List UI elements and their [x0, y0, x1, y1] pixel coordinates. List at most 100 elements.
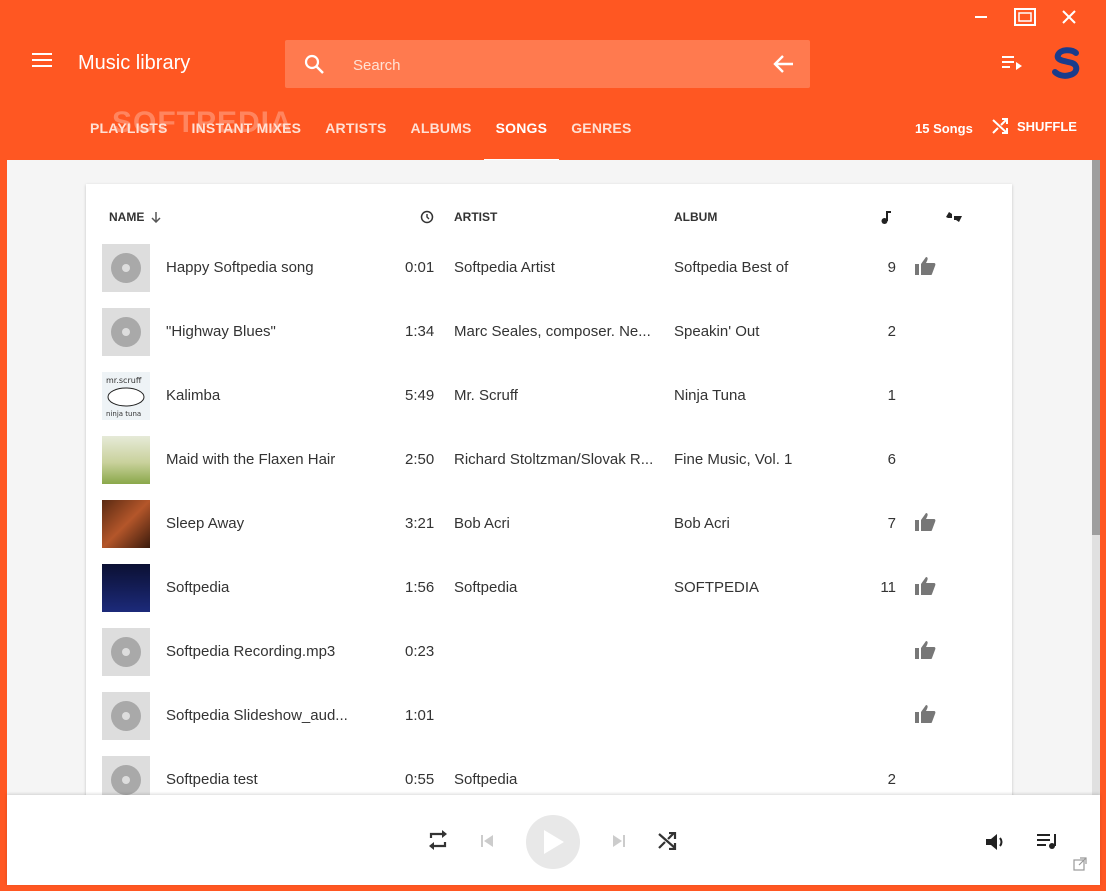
song-artist: Softpedia	[454, 771, 518, 788]
arrow-left-icon[interactable]	[772, 52, 796, 81]
song-track: 6	[887, 451, 896, 468]
song-artist: Richard Stoltzman/Slovak R...	[454, 451, 654, 468]
shuffle-label: SHUFFLE	[1017, 118, 1077, 134]
open-external-icon[interactable]	[1073, 857, 1087, 871]
music-note-icon[interactable]	[880, 210, 892, 227]
content-area: NAME ARTIST ALBUM Happy Softpedia song 0…	[7, 160, 1092, 795]
clock-icon[interactable]	[420, 210, 434, 227]
thumb-up-icon[interactable]	[914, 704, 936, 729]
song-duration: 1:34	[405, 323, 435, 340]
album-art-sleep-away	[102, 500, 150, 548]
column-header-artist[interactable]: ARTIST	[454, 210, 497, 224]
album-art	[102, 756, 150, 795]
table-row[interactable]: "Highway Blues" 1:34 Marc Seales, compos…	[102, 308, 1002, 356]
table-row[interactable]: Happy Softpedia song 0:01 Softpedia Arti…	[102, 244, 1002, 292]
song-name: "Highway Blues"	[166, 323, 276, 340]
song-album: Fine Music, Vol. 1	[674, 451, 793, 468]
song-artist: Bob Acri	[454, 515, 510, 532]
song-album: Softpedia Best of	[674, 259, 789, 276]
disc-icon	[111, 253, 141, 283]
skip-next-icon[interactable]	[612, 834, 626, 848]
volume-icon[interactable]	[985, 832, 1007, 852]
song-duration: 1:56	[405, 579, 435, 596]
song-album: SOFTPEDIA	[674, 579, 760, 596]
column-name-label: NAME	[109, 210, 145, 224]
tab-albums[interactable]: ALBUMS	[399, 114, 484, 162]
song-name: Sleep Away	[166, 515, 245, 532]
table-row[interactable]: Maid with the Flaxen Hair 2:50 Richard S…	[102, 436, 1002, 484]
song-artist: Softpedia Artist	[454, 259, 555, 276]
queue-icon[interactable]	[1002, 54, 1022, 77]
tab-bar: PLAYLISTS INSTANT MIXES ARTISTS ALBUMS S…	[90, 114, 644, 162]
scrollbar-thumb[interactable]	[1092, 160, 1100, 535]
song-name: Softpedia test	[166, 771, 258, 788]
search-input[interactable]	[351, 52, 735, 78]
tab-songs[interactable]: SONGS	[483, 114, 560, 162]
thumb-up-icon[interactable]	[914, 640, 936, 665]
album-art-softpedia	[102, 564, 150, 612]
header-bar: Music library SOFTPEDIA PLAYLISTS INSTAN…	[0, 0, 1106, 162]
table-row[interactable]: Softpedia test 0:55 Softpedia 2	[102, 756, 1002, 795]
song-name: Softpedia Recording.mp3	[166, 643, 336, 660]
tab-playlists[interactable]: PLAYLISTS	[90, 114, 180, 162]
song-artist: Mr. Scruff	[454, 387, 518, 404]
song-duration: 0:01	[405, 259, 435, 276]
svg-text:mr.scruff: mr.scruff	[106, 376, 142, 385]
song-duration: 3:21	[405, 515, 435, 532]
thumb-up-icon[interactable]	[914, 256, 936, 281]
table-row[interactable]: Softpedia 1:56 Softpedia SOFTPEDIA 11	[102, 564, 1002, 612]
song-track: 1	[887, 387, 896, 404]
tab-instant-mixes[interactable]: INSTANT MIXES	[180, 114, 314, 162]
play-button[interactable]	[526, 815, 580, 869]
song-album: Bob Acri	[674, 515, 730, 532]
maximize-icon[interactable]	[1008, 6, 1042, 28]
song-duration: 0:55	[405, 771, 435, 788]
song-track: 11	[880, 579, 896, 596]
song-duration: 0:23	[405, 643, 435, 660]
table-row[interactable]: Sleep Away 3:21 Bob Acri Bob Acri 7	[102, 500, 1002, 548]
song-duration: 1:01	[405, 707, 435, 724]
column-header-album[interactable]: ALBUM	[674, 210, 717, 224]
song-list-card: NAME ARTIST ALBUM Happy Softpedia song 0…	[86, 184, 1012, 795]
disc-icon	[111, 765, 141, 795]
disc-icon	[111, 637, 141, 667]
album-art	[102, 308, 150, 356]
window-controls	[964, 6, 1086, 28]
disc-icon	[111, 701, 141, 731]
song-album: Speakin' Out	[674, 323, 760, 340]
table-row[interactable]: Softpedia Recording.mp3 0:23	[102, 628, 1002, 676]
tab-artists[interactable]: ARTISTS	[313, 114, 398, 162]
queue-icon[interactable]	[1037, 833, 1059, 851]
song-name: Kalimba	[166, 387, 221, 404]
disc-icon	[111, 317, 141, 347]
album-art-kalimba: mr.scruff ninja tuna	[102, 372, 150, 420]
song-name: Maid with the Flaxen Hair	[166, 451, 336, 468]
shuffle-icon	[992, 118, 1008, 134]
tab-genres[interactable]: GENRES	[559, 114, 643, 162]
minimize-icon[interactable]	[964, 6, 998, 28]
song-album: Ninja Tuna	[674, 387, 746, 404]
song-track: 2	[887, 771, 896, 788]
search-icon[interactable]	[303, 53, 325, 80]
page-title: Music library	[78, 52, 191, 74]
column-header-name[interactable]: NAME	[109, 210, 162, 224]
shuffle-all-button[interactable]: SHUFFLE	[991, 117, 1077, 135]
song-track: 7	[887, 515, 896, 532]
album-art	[102, 628, 150, 676]
skip-previous-icon[interactable]	[480, 834, 494, 848]
play-icon	[544, 830, 564, 854]
hamburger-icon[interactable]	[32, 52, 54, 74]
song-artist: Softpedia	[454, 579, 518, 596]
song-artist: Marc Seales, composer. Ne...	[454, 323, 651, 340]
song-name: Softpedia Slideshow_aud...	[166, 707, 348, 724]
table-row[interactable]: mr.scruff ninja tuna Kalimba 5:49 Mr. Scr…	[102, 372, 1002, 420]
shuffle-icon[interactable]	[657, 832, 677, 850]
repeat-icon[interactable]	[427, 830, 449, 850]
album-art	[102, 244, 150, 292]
thumb-up-icon[interactable]	[914, 512, 936, 537]
table-row[interactable]: Softpedia Slideshow_aud... 1:01	[102, 692, 1002, 740]
thumb-up-icon[interactable]	[914, 576, 936, 601]
thumbs-icon[interactable]	[945, 210, 963, 227]
close-icon[interactable]	[1052, 6, 1086, 28]
song-duration: 2:50	[405, 451, 435, 468]
